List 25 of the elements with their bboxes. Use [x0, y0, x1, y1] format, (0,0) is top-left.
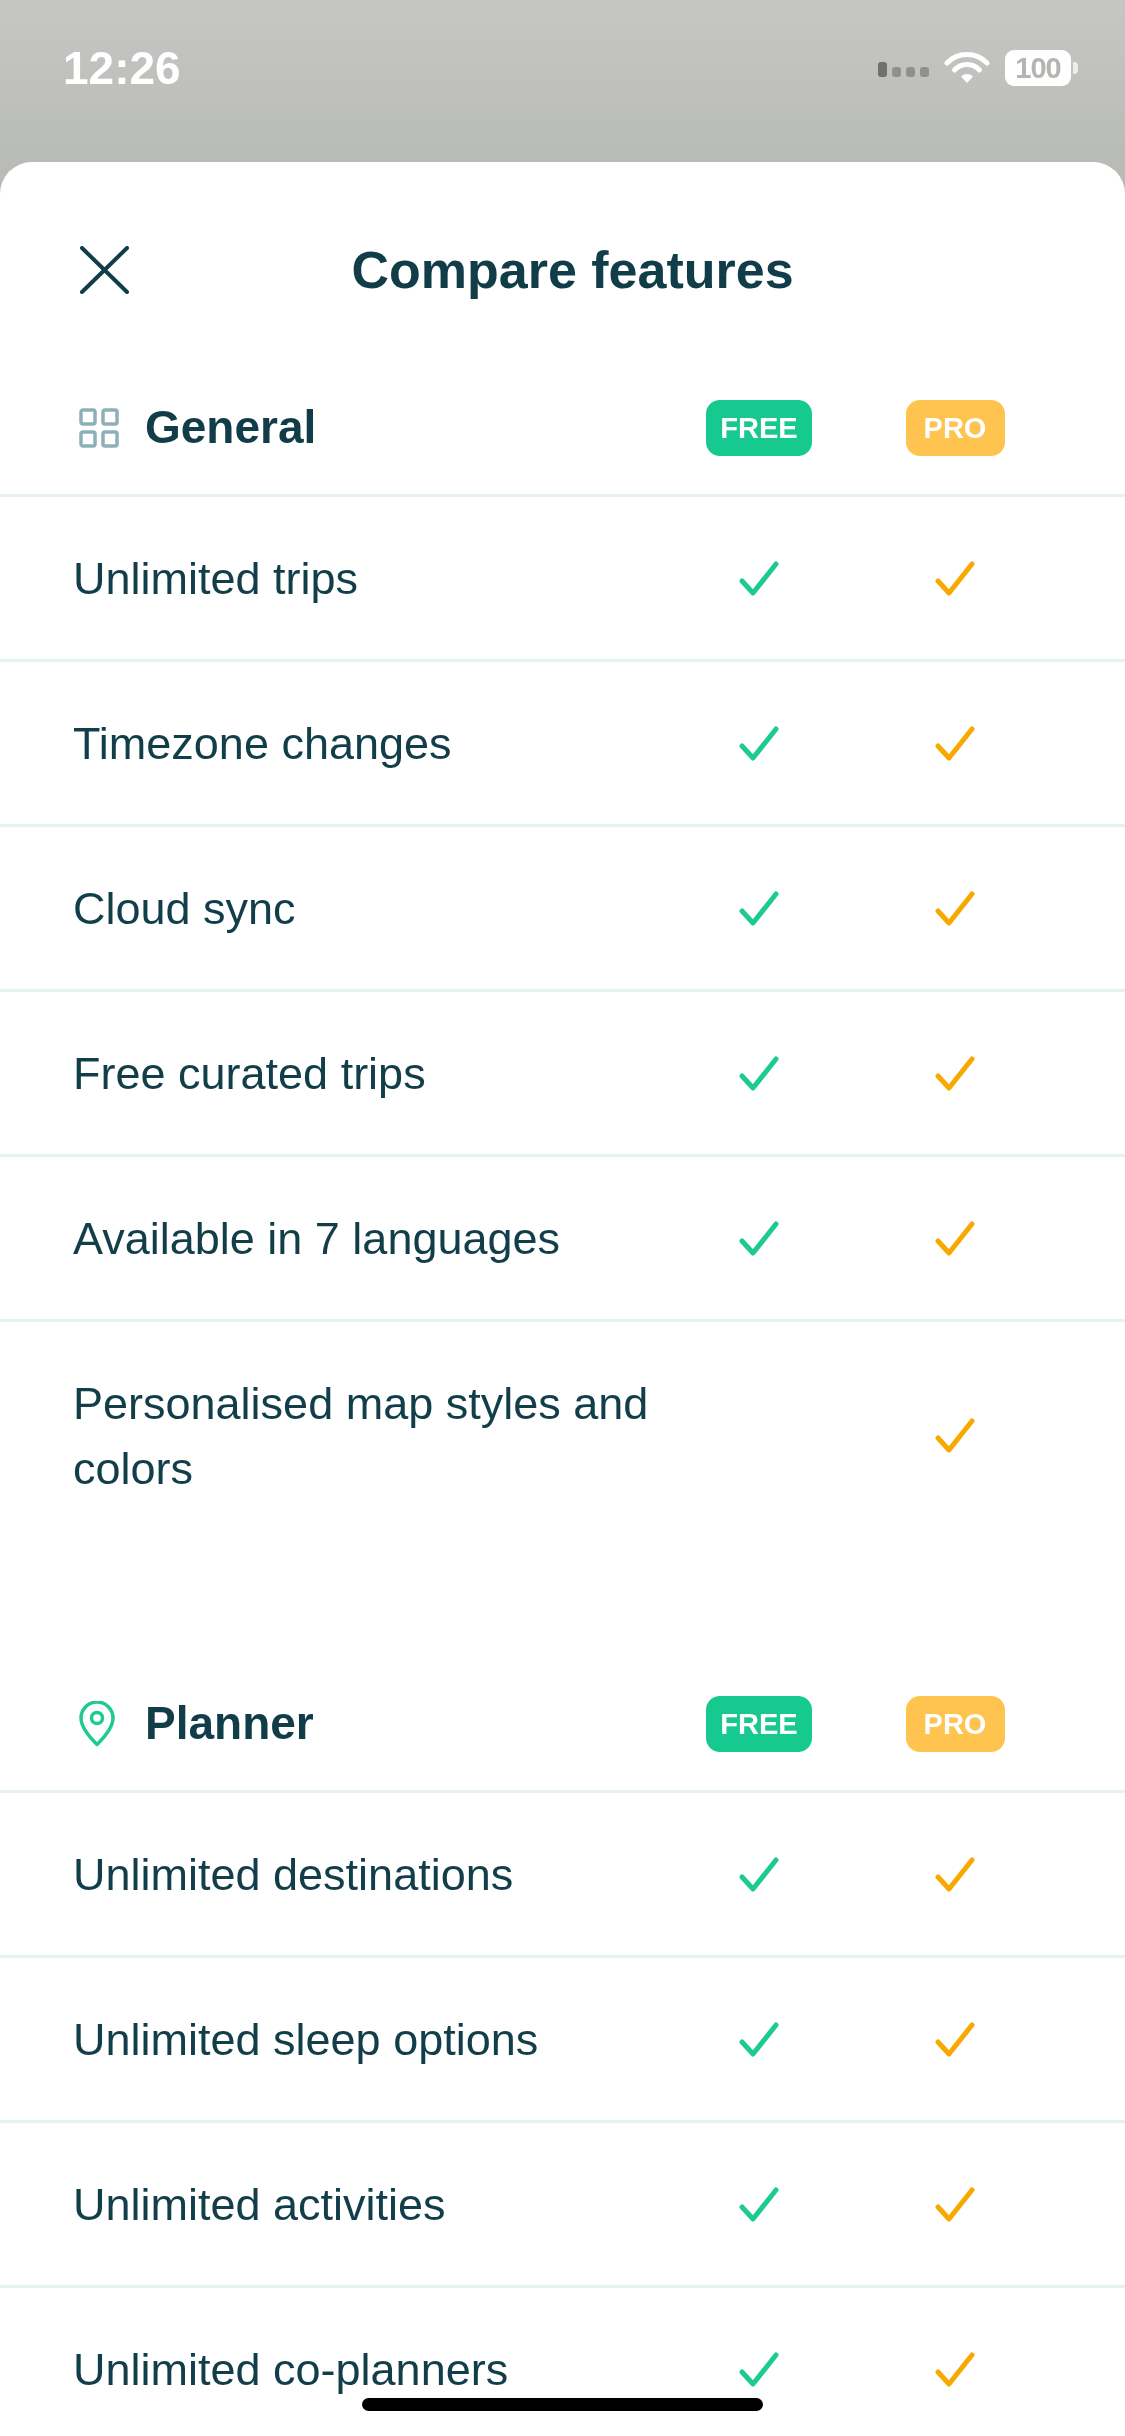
feature-name: Cloud sync	[73, 882, 297, 936]
feature-name: Unlimited sleep options	[73, 2013, 540, 2067]
section-title: General	[145, 400, 317, 456]
feature-name: Available in 7 languages	[73, 1212, 562, 1266]
feature-name: Personalised map styles and colors	[73, 1377, 650, 1496]
feature-name: Unlimited co-planners	[73, 2343, 510, 2397]
close-icon	[80, 246, 129, 294]
wifi-icon	[944, 51, 990, 85]
feature-name: Unlimited destinations	[73, 1848, 515, 1902]
section-title: Planner	[145, 1696, 314, 1752]
plan-badge: PRO	[905, 400, 1005, 456]
location-pin-icon	[79, 1701, 115, 1747]
status-time: 12:26	[63, 45, 181, 91]
feature-name: Unlimited activities	[73, 2178, 447, 2232]
feature-name: Unlimited trips	[73, 552, 360, 606]
plan-badge: FREE	[706, 1696, 812, 1752]
feature-name: Timezone changes	[73, 717, 453, 771]
sheet-title: Compare features	[350, 239, 794, 301]
plan-badge: FREE	[706, 400, 812, 456]
close-button[interactable]	[80, 246, 129, 294]
feature-name: Free curated trips	[73, 1047, 427, 1101]
signal-icon	[878, 61, 929, 77]
grid-icon	[79, 408, 119, 448]
battery-indicator: 100	[1005, 50, 1078, 86]
plan-badge: PRO	[905, 1696, 1005, 1752]
